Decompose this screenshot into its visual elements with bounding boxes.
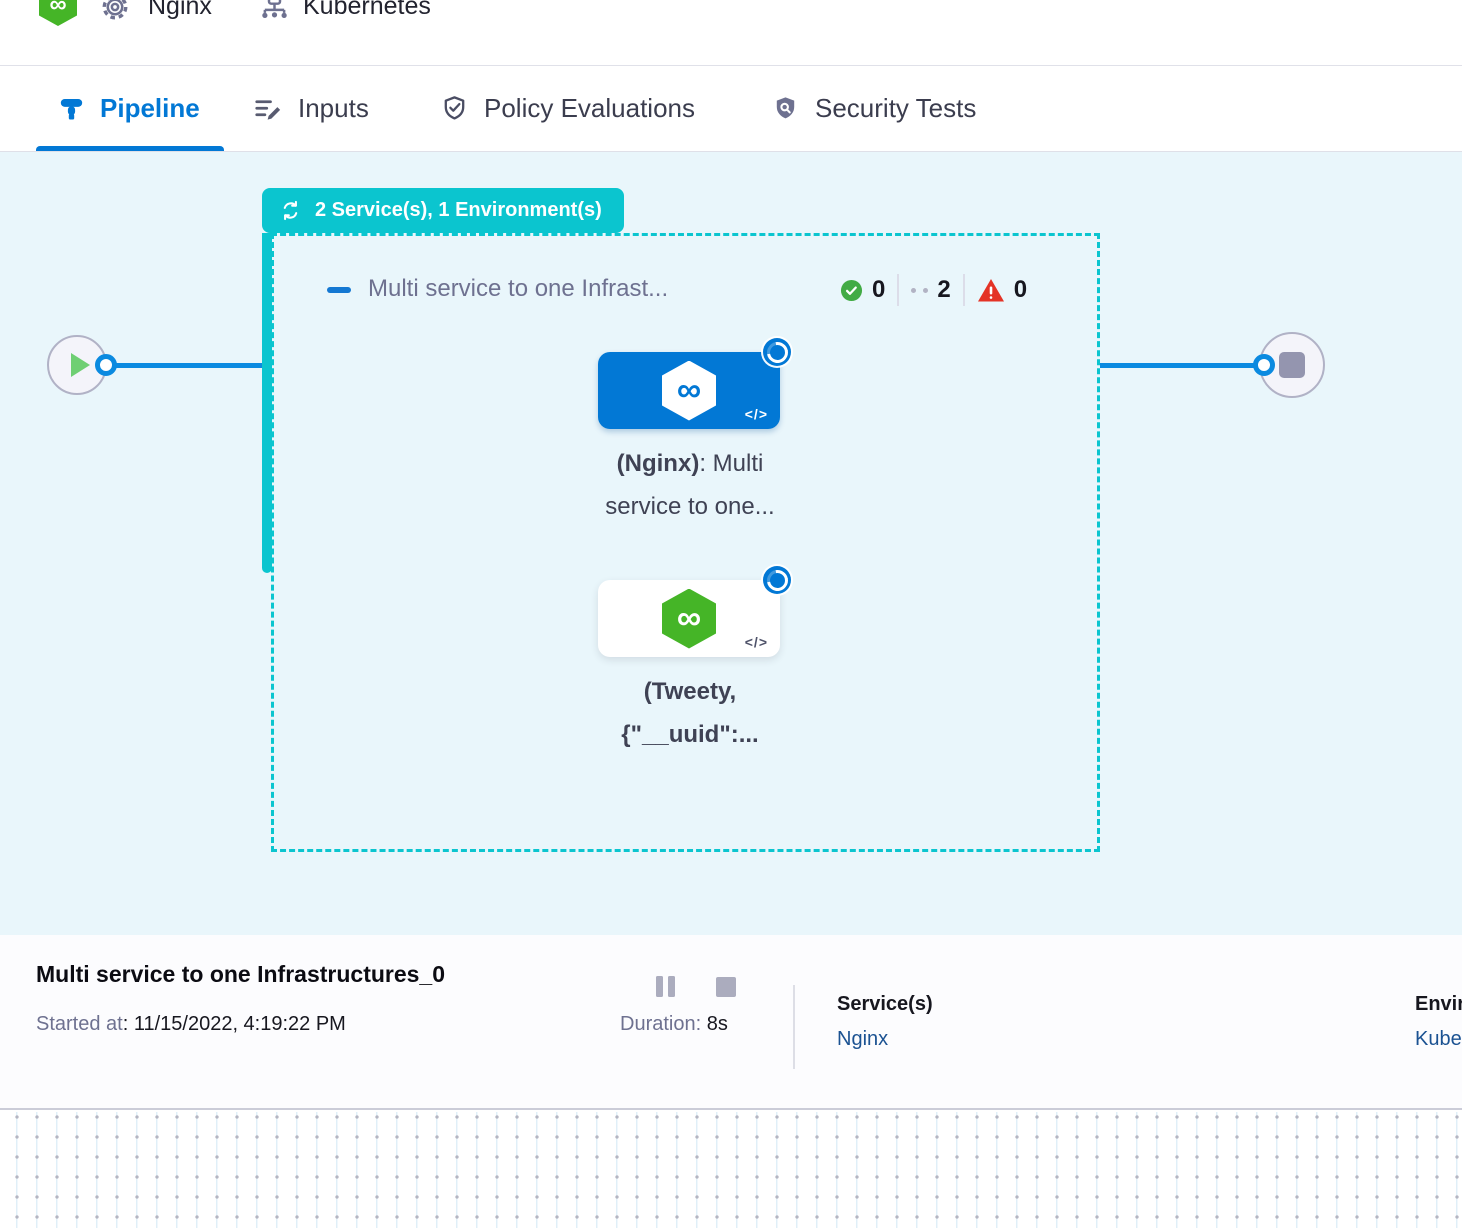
active-tab-underline	[36, 146, 224, 151]
warning-triangle-icon	[977, 278, 1005, 303]
tab-inputs[interactable]: Inputs	[253, 66, 369, 151]
harness-logo-icon[interactable]: ∞	[39, 0, 77, 26]
tab-inputs-label: Inputs	[298, 93, 369, 124]
stage-title: Multi service to one Infrast...	[368, 275, 668, 303]
collapse-stage-button[interactable]	[327, 287, 351, 293]
tab-pipeline[interactable]: Pipeline	[58, 66, 200, 151]
services-label: Service(s)	[837, 993, 933, 1016]
execution-title: Multi service to one Infrastructures_0	[36, 961, 445, 988]
kubernetes-icon	[258, 0, 291, 25]
started-at-line: Started at: 11/15/2022, 4:19:22 PM	[36, 1013, 346, 1036]
execution-footer: Multi service to one Infrastructures_0 S…	[0, 935, 1462, 1110]
tab-bar: Pipeline Inputs Policy Evaluations	[0, 66, 1462, 152]
check-circle-icon	[840, 279, 863, 302]
breadcrumb-environment-name: Kubernetes	[303, 0, 431, 21]
stage-status-counts: 0 2 0	[840, 270, 1027, 310]
play-icon	[71, 353, 90, 377]
spinner-badge-icon	[763, 566, 791, 594]
spinner-badge-icon	[763, 338, 791, 366]
flow-line-right	[1100, 363, 1262, 368]
code-icon: </>	[745, 406, 768, 422]
stage-dashed-boundary	[271, 233, 1100, 852]
flow-line-left	[104, 363, 264, 368]
services-value-link[interactable]: Nginx	[837, 1028, 888, 1051]
tab-security-tests-label: Security Tests	[815, 93, 976, 124]
tab-pipeline-label: Pipeline	[100, 93, 200, 124]
environment-value-link[interactable]: Kubernetes	[1415, 1028, 1462, 1051]
connector-dot-right	[1253, 354, 1275, 376]
pause-button[interactable]	[656, 976, 677, 997]
stop-icon	[1279, 352, 1305, 378]
connector-dot-left	[95, 354, 117, 376]
security-shield-icon	[771, 94, 800, 123]
breadcrumb-bar: ∞ Nginx Kubernetes	[0, 0, 1462, 66]
tab-policy-evaluations[interactable]: Policy Evaluations	[440, 66, 695, 151]
service-node-nginx[interactable]: ∞ </>	[598, 352, 780, 429]
pipeline-canvas: 2 Service(s), 1 Environment(s) Multi ser…	[0, 152, 1462, 935]
pipeline-execution-screen: ∞ Nginx Kubernetes	[0, 0, 1462, 1228]
service-node-tweety[interactable]: ∞ </>	[598, 580, 780, 657]
harness-service-icon: ∞	[662, 361, 716, 421]
abort-button[interactable]	[716, 977, 736, 997]
tab-policy-evaluations-label: Policy Evaluations	[484, 93, 695, 124]
node-label-tweety: (Tweety, {"__uuid":...	[530, 670, 850, 756]
count-divider	[963, 274, 965, 306]
pipeline-icon	[58, 95, 85, 122]
count-divider	[897, 274, 899, 306]
stage-services-badge[interactable]: 2 Service(s), 1 Environment(s)	[262, 188, 624, 233]
policy-shield-icon	[440, 94, 469, 123]
success-count: 0	[872, 276, 885, 304]
stage-badge-label: 2 Service(s), 1 Environment(s)	[315, 199, 602, 222]
gear-icon[interactable]	[98, 0, 132, 24]
logo-infinity-glyph: ∞	[49, 0, 66, 19]
running-dots-icon	[911, 288, 928, 293]
console-grid-area	[0, 1112, 1462, 1228]
tab-security-tests[interactable]: Security Tests	[771, 66, 976, 151]
code-icon: </>	[745, 634, 768, 650]
inputs-icon	[253, 94, 283, 124]
refresh-icon	[278, 198, 303, 223]
running-count: 2	[937, 276, 950, 304]
harness-service-icon: ∞	[662, 589, 716, 649]
duration-line: Duration: 8s	[620, 1013, 728, 1036]
footer-divider	[793, 985, 795, 1069]
failed-count: 0	[1014, 276, 1027, 304]
environment-label: Environment(s)	[1415, 993, 1462, 1016]
breadcrumb-pipeline-name: Nginx	[148, 0, 212, 21]
node-label-nginx: (Nginx): Multi service to one...	[530, 442, 850, 528]
